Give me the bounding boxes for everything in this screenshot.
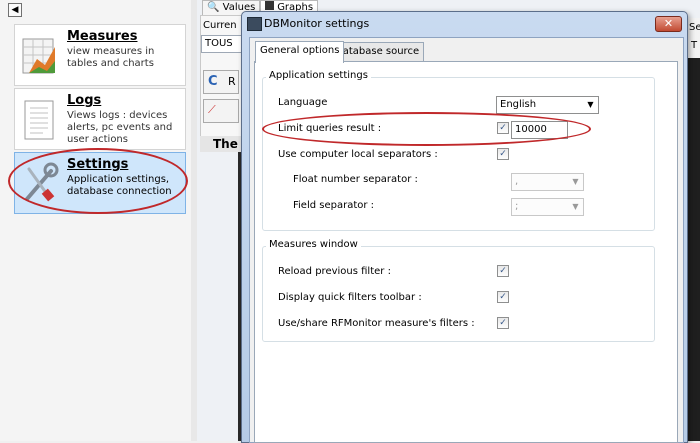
quick-filters-toolbar-checkbox[interactable]: ✓ [497, 291, 509, 303]
sidebar-item-description: view measures in tables and charts [67, 46, 155, 69]
filter-icon: ⟋ [208, 103, 216, 116]
field-separator-label: Field separator : [293, 200, 375, 211]
close-icon: ✕ [663, 17, 674, 30]
tab-general-options[interactable]: General options [255, 41, 345, 63]
right-panel-value: T [691, 40, 698, 51]
language-value: English [500, 99, 537, 110]
right-panel-label: Se [689, 22, 700, 33]
right-panel [686, 18, 700, 441]
sidebar-item-measures[interactable]: Measures view measures in tables and cha… [14, 24, 186, 86]
app-icon [247, 17, 262, 31]
language-label: Language [278, 97, 328, 108]
sidebar-item-logs[interactable]: Logs Views logs : devices alerts, pc eve… [14, 88, 186, 150]
quick-filters-toolbar-label: Display quick filters toolbar : [278, 292, 422, 303]
highlight-ellipse-settings [8, 148, 188, 214]
chevron-down-icon: ▼ [572, 202, 579, 211]
local-separators-checkbox[interactable]: ✓ [497, 148, 509, 160]
local-separators-label: Use computer local separators : [278, 149, 438, 160]
float-separator-label: Float number separator : [293, 174, 418, 185]
filter-button[interactable]: ⟋ [203, 99, 239, 123]
application-settings-title: Application settings [266, 70, 371, 81]
reload-filter-checkbox[interactable]: ✓ [497, 265, 509, 277]
close-button[interactable]: ✕ [655, 16, 682, 32]
refresh-icon: C [208, 74, 218, 89]
share-filters-label: Use/share RFMonitor measure's filters : [278, 318, 475, 329]
refresh-button[interactable]: CR [203, 70, 239, 94]
chevron-down-icon: ▼ [587, 100, 594, 109]
measures-window-title: Measures window [266, 239, 361, 250]
search-icon: 🔍 [207, 2, 220, 13]
sidebar-item-title: Logs [67, 93, 102, 108]
float-separator-select[interactable]: , ▼ [511, 173, 584, 191]
refresh-button-label: R [228, 75, 236, 88]
dialog-title: DBMonitor settings [264, 17, 370, 30]
back-arrow-button[interactable]: ◀ [8, 3, 22, 17]
right-panel-header: Se T [686, 18, 700, 58]
field-separator-select[interactable]: ; ▼ [511, 198, 584, 216]
chevron-down-icon: ▼ [572, 177, 579, 186]
sidebar-item-description: Views logs : devices alerts, pc events a… [67, 110, 173, 145]
highlight-ellipse-limit-queries [262, 112, 591, 146]
current-label: Curren [203, 20, 237, 31]
graph-icon [265, 1, 274, 10]
language-select[interactable]: English ▼ [496, 96, 599, 114]
field-separator-value: ; [515, 201, 519, 212]
reload-filter-label: Reload previous filter : [278, 266, 391, 277]
float-separator-value: , [515, 176, 519, 187]
chart-icon [21, 33, 59, 77]
current-filter-select[interactable]: TOUS [201, 35, 242, 53]
sidebar-item-title: Measures [67, 29, 138, 44]
share-filters-checkbox[interactable]: ✓ [497, 317, 509, 329]
document-icon [21, 97, 59, 141]
